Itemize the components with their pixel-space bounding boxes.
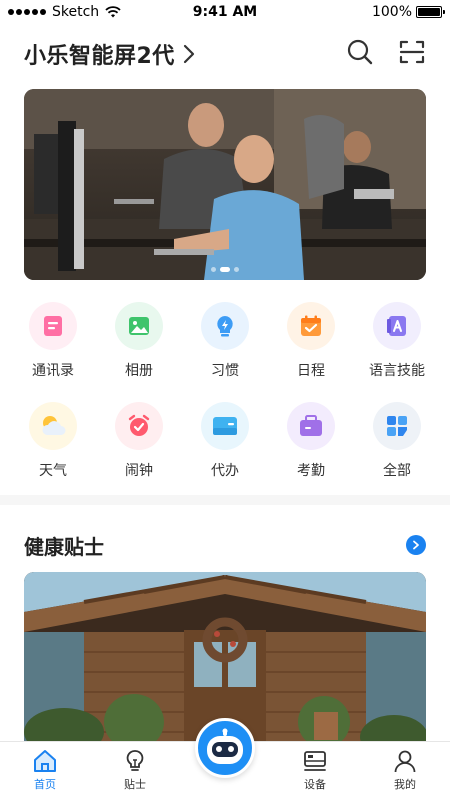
scan-button[interactable] bbox=[398, 38, 426, 66]
app-label: 通讯录 bbox=[32, 363, 74, 379]
search-icon bbox=[347, 39, 373, 65]
app-grid: 通讯录 相册 习惯 日程 语言技能 天气 闹钟 代办 考勤 全部 bbox=[10, 302, 440, 480]
nav-label: 贴士 bbox=[124, 778, 146, 791]
banner-dot[interactable] bbox=[220, 267, 230, 272]
app-label: 全部 bbox=[383, 463, 411, 479]
device-icon bbox=[304, 751, 326, 771]
app-label: 习惯 bbox=[211, 363, 239, 379]
scan-icon bbox=[399, 40, 425, 64]
nav-label: 设备 bbox=[304, 778, 326, 791]
all-apps-icon-badge bbox=[373, 402, 421, 450]
weather-icon-badge bbox=[29, 402, 77, 450]
banner-carousel[interactable] bbox=[24, 89, 426, 280]
app-todo[interactable]: 代办 bbox=[182, 402, 268, 480]
nav-profile[interactable]: 我的 bbox=[360, 742, 450, 800]
banner-dot[interactable] bbox=[234, 267, 239, 272]
attendance-icon-badge bbox=[287, 402, 335, 450]
nav-tips[interactable]: 贴士 bbox=[90, 742, 180, 800]
contacts-icon bbox=[44, 316, 62, 336]
contacts-icon-badge bbox=[29, 302, 77, 350]
banner-image bbox=[24, 89, 426, 280]
all-apps-icon bbox=[387, 416, 407, 436]
todo-icon-badge bbox=[201, 402, 249, 450]
banner-pagination bbox=[211, 267, 239, 272]
app-all[interactable]: 全部 bbox=[354, 402, 440, 480]
section-title: 健康贴士 bbox=[24, 534, 104, 559]
banner-dot[interactable] bbox=[211, 267, 216, 272]
app-habit[interactable]: 习惯 bbox=[182, 302, 268, 380]
arrow-right-icon bbox=[413, 540, 419, 550]
todo-icon bbox=[213, 417, 237, 435]
app-alarm[interactable]: 闹钟 bbox=[96, 402, 182, 480]
schedule-icon-badge bbox=[287, 302, 335, 350]
app-label: 相册 bbox=[125, 363, 153, 379]
device-selector[interactable]: 小乐智能屏2代 bbox=[24, 38, 205, 70]
app-attendance[interactable]: 考勤 bbox=[268, 402, 354, 480]
nav-home[interactable]: 首页 bbox=[0, 742, 90, 800]
search-button[interactable] bbox=[346, 38, 374, 66]
home-icon bbox=[34, 750, 56, 772]
album-icon-badge bbox=[115, 302, 163, 350]
album-icon bbox=[129, 317, 149, 335]
bulb-icon bbox=[126, 750, 144, 771]
app-label: 考勤 bbox=[297, 463, 325, 479]
header-actions bbox=[346, 38, 426, 66]
alarm-icon bbox=[128, 414, 150, 436]
app-contacts[interactable]: 通讯录 bbox=[10, 302, 96, 380]
nav-label: 首页 bbox=[34, 778, 56, 791]
profile-icon bbox=[394, 750, 416, 773]
attendance-icon bbox=[300, 415, 322, 436]
habit-icon-badge bbox=[201, 302, 249, 350]
chevron-right-icon bbox=[183, 43, 205, 65]
app-weather[interactable]: 天气 bbox=[10, 402, 96, 480]
app-label: 闹钟 bbox=[125, 463, 153, 479]
battery-icon bbox=[416, 6, 445, 18]
app-label: 代办 bbox=[211, 463, 239, 479]
nav-label: 我的 bbox=[394, 778, 416, 791]
battery-percent: 100% bbox=[371, 4, 412, 20]
schedule-icon bbox=[301, 315, 321, 336]
app-label: 日程 bbox=[297, 363, 325, 379]
status-bar: Sketch 9:41 AM 100% bbox=[0, 0, 450, 26]
app-label: 天气 bbox=[39, 463, 67, 479]
health-section-header: 健康贴士 bbox=[24, 531, 426, 559]
language-icon-badge bbox=[373, 302, 421, 350]
habit-icon bbox=[217, 316, 233, 337]
alarm-icon-badge bbox=[115, 402, 163, 450]
battery-group: 100% bbox=[371, 4, 445, 20]
nav-assistant[interactable] bbox=[180, 718, 270, 800]
more-button[interactable] bbox=[406, 535, 426, 555]
bottom-nav: 首页 贴士 设备 我的 bbox=[0, 718, 450, 800]
header: 小乐智能屏2代 bbox=[24, 36, 426, 72]
app-language[interactable]: 语言技能 bbox=[354, 302, 440, 380]
device-title: 小乐智能屏2代 bbox=[24, 44, 175, 69]
section-divider bbox=[0, 495, 450, 505]
app-schedule[interactable]: 日程 bbox=[268, 302, 354, 380]
robot-button[interactable] bbox=[195, 718, 255, 778]
robot-icon bbox=[207, 728, 243, 764]
app-album[interactable]: 相册 bbox=[96, 302, 182, 380]
weather-icon bbox=[42, 416, 66, 435]
app-label: 语言技能 bbox=[369, 363, 425, 379]
language-icon bbox=[387, 316, 406, 336]
nav-device[interactable]: 设备 bbox=[270, 742, 360, 800]
